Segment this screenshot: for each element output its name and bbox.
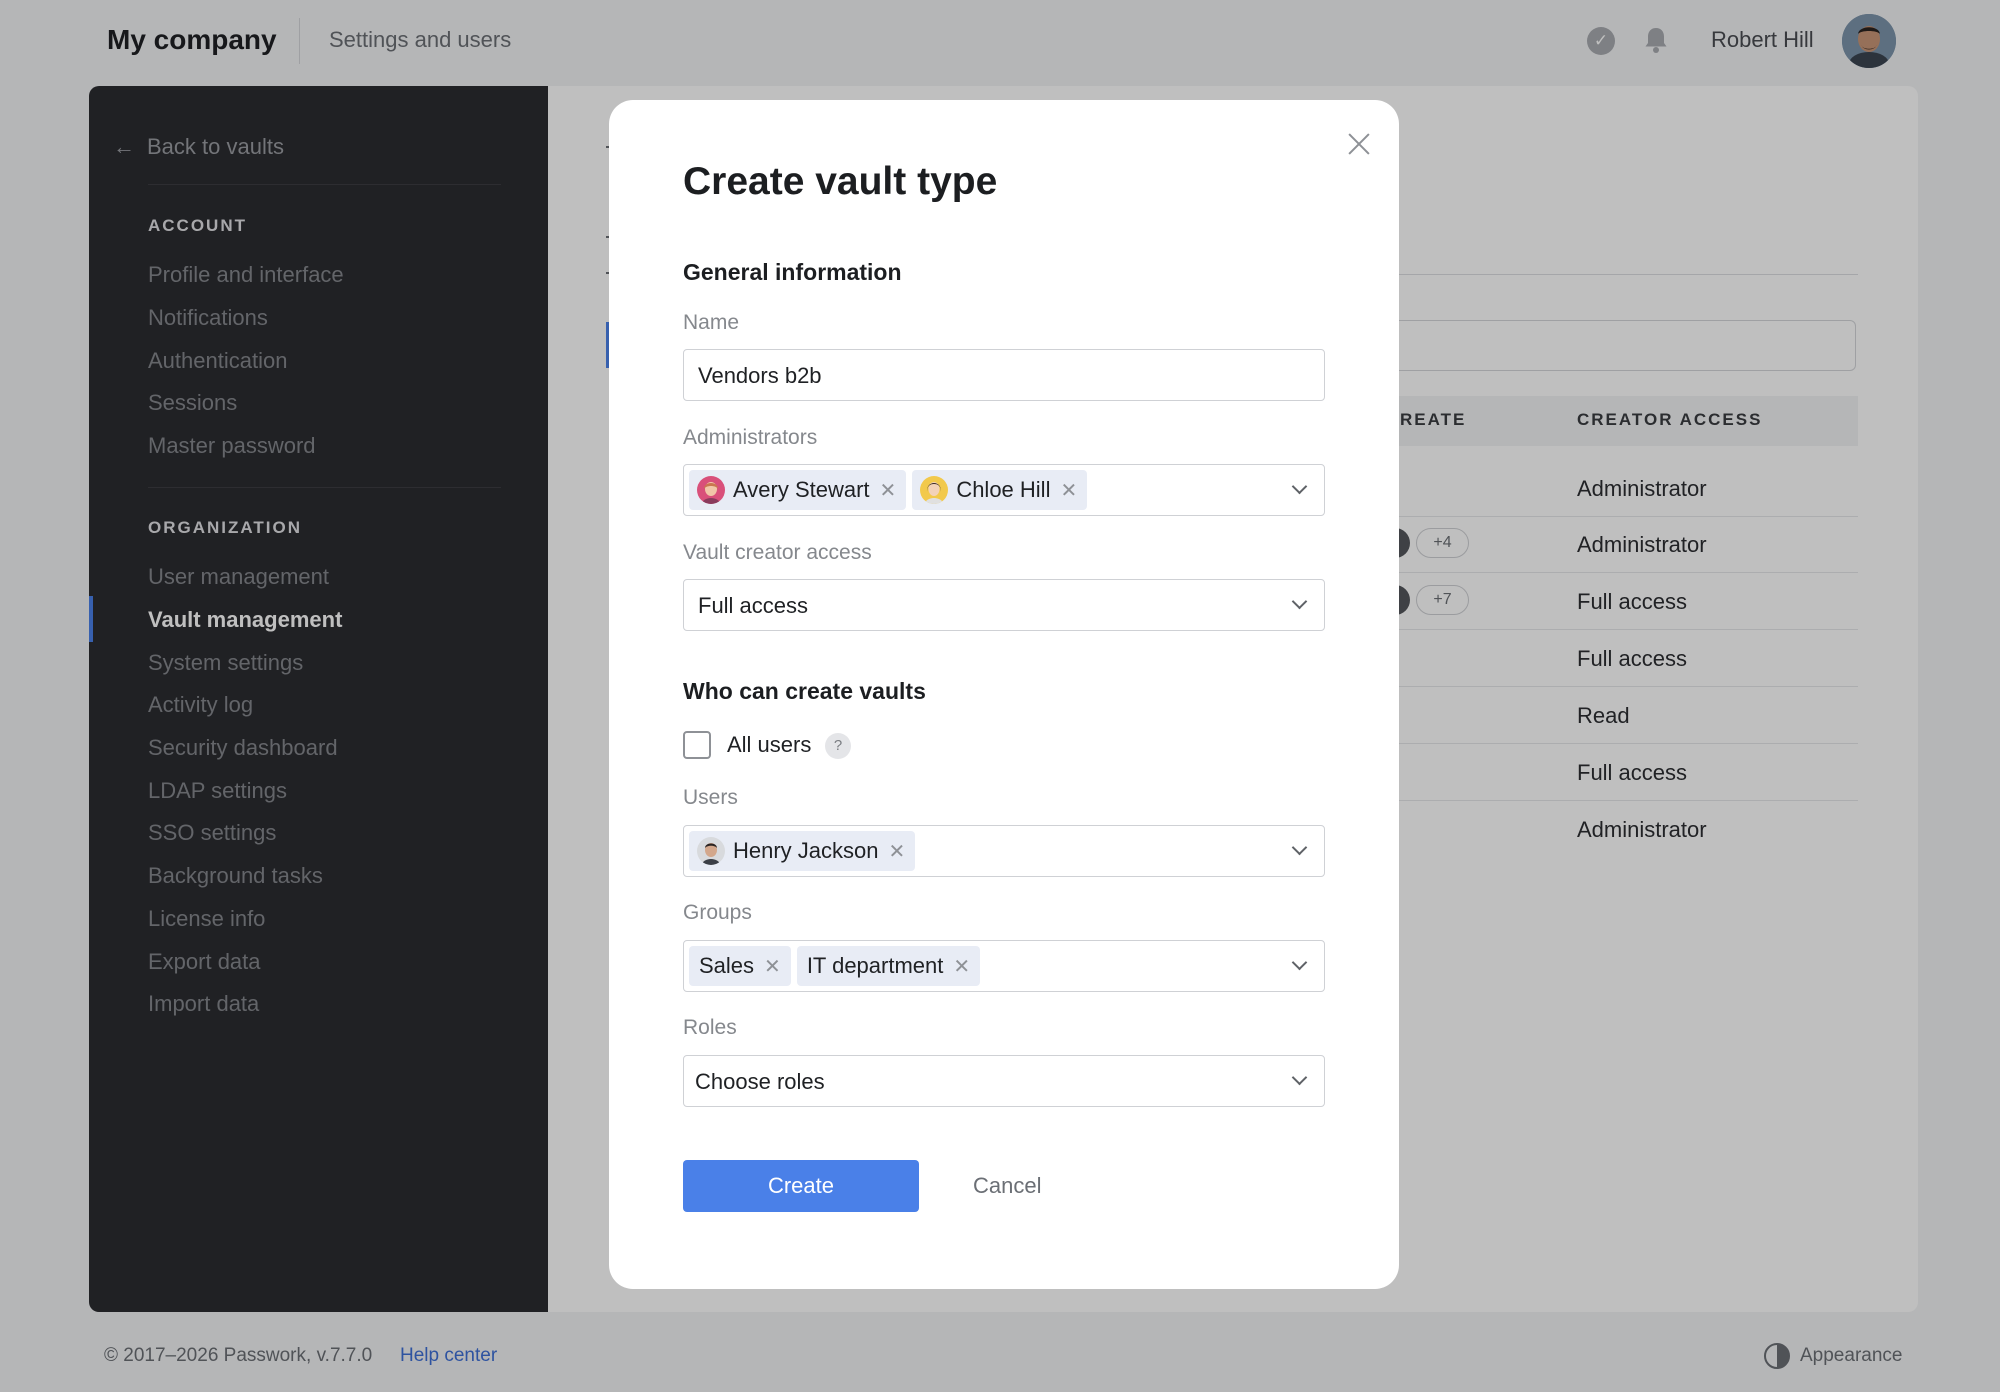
avatar xyxy=(920,476,949,504)
section-title-who-can-create: Who can create vaults xyxy=(683,678,926,704)
vault-creator-access-value: Full access xyxy=(698,593,809,618)
name-input[interactable]: Vendors b2b xyxy=(683,349,1325,401)
chevron-down-icon[interactable] xyxy=(1292,842,1306,856)
x-icon[interactable]: ✕ xyxy=(1060,478,1077,503)
vault-creator-access-select[interactable]: Full access xyxy=(683,579,1325,631)
roles-placeholder: Choose roles xyxy=(695,1069,825,1094)
admin-chip: Chloe Hill ✕ xyxy=(912,470,1088,510)
chevron-down-icon[interactable] xyxy=(1292,596,1306,610)
group-chip-label: IT department xyxy=(806,953,944,978)
section-title-general: General information xyxy=(683,259,902,285)
group-chip-label: Sales xyxy=(699,953,755,978)
users-select[interactable]: Henry Jackson ✕ xyxy=(683,825,1325,877)
cancel-button[interactable]: Cancel xyxy=(953,1160,1061,1212)
administrators-select[interactable]: Avery Stewart ✕ Chloe Hill ✕ xyxy=(683,464,1325,516)
users-label: Users xyxy=(683,786,738,809)
group-chip: Sales ✕ xyxy=(689,946,791,986)
name-label: Name xyxy=(683,311,740,334)
dialog-title: Create vault type xyxy=(683,160,998,203)
avatar xyxy=(697,476,725,504)
user-chip-label: Henry Jackson xyxy=(733,838,879,863)
chevron-down-icon[interactable] xyxy=(1292,1072,1306,1086)
all-users-label[interactable]: All users xyxy=(727,732,811,758)
vault-creator-access-label: Vault creator access xyxy=(683,541,872,564)
x-icon[interactable]: ✕ xyxy=(953,954,970,979)
admin-chip: Avery Stewart ✕ xyxy=(689,470,907,510)
group-chip: IT department ✕ xyxy=(796,946,981,986)
create-vault-type-dialog: Create vault type General information Na… xyxy=(609,100,1399,1289)
administrators-label: Administrators xyxy=(683,426,818,449)
user-chip: Henry Jackson ✕ xyxy=(689,831,916,871)
x-icon[interactable]: ✕ xyxy=(889,839,906,864)
admin-chip-label: Avery Stewart xyxy=(733,477,870,502)
avatar xyxy=(697,837,725,865)
roles-select[interactable]: Choose roles xyxy=(683,1055,1325,1107)
groups-label: Groups xyxy=(683,901,752,924)
x-icon[interactable]: ✕ xyxy=(764,954,781,979)
all-users-checkbox[interactable] xyxy=(683,731,711,759)
chevron-down-icon[interactable] xyxy=(1292,957,1306,971)
close-icon[interactable] xyxy=(1341,126,1377,162)
x-icon[interactable]: ✕ xyxy=(880,478,897,503)
groups-select[interactable]: Sales ✕ IT department ✕ xyxy=(683,940,1325,992)
create-button[interactable]: Create xyxy=(683,1160,919,1212)
admin-chip-label: Chloe Hill xyxy=(956,477,1051,502)
chevron-down-icon[interactable] xyxy=(1292,481,1306,495)
question-icon[interactable]: ? xyxy=(825,733,851,759)
name-value: Vendors b2b xyxy=(698,363,822,388)
roles-label: Roles xyxy=(683,1016,737,1039)
